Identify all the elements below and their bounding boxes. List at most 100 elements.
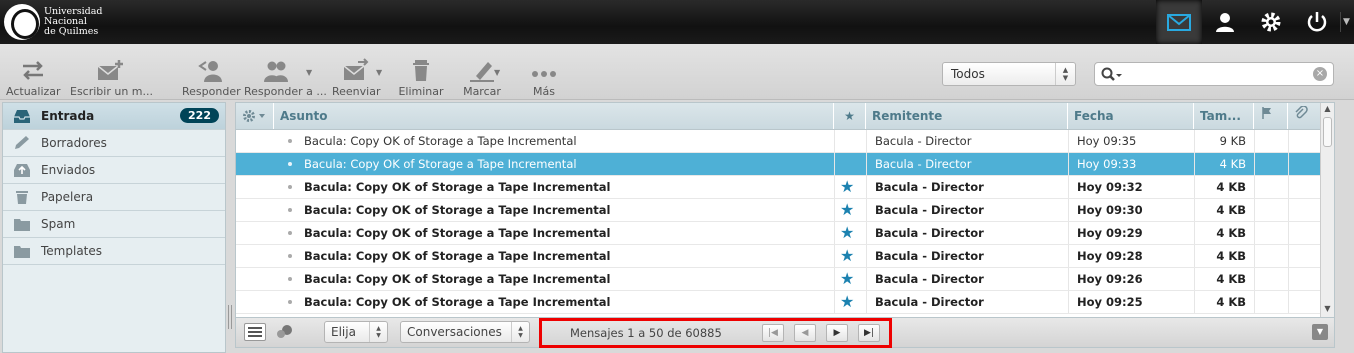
column-divider [834, 130, 835, 152]
mail-nav-button[interactable] [1156, 0, 1202, 44]
status-dot-icon[interactable] [288, 208, 292, 212]
flag-icon [1262, 107, 1271, 119]
folder-item-sent[interactable]: Enviados [3, 157, 225, 184]
flagged-star-icon[interactable]: ★ [840, 294, 854, 310]
message-size: 4 KB [1194, 176, 1254, 198]
message-size: 9 KB [1194, 130, 1254, 152]
column-divider [1254, 199, 1255, 221]
search-input[interactable] [1125, 66, 1305, 82]
message-list: Asunto ★ Remitente Fecha Tam... Bacula: … [235, 102, 1335, 318]
refresh-button[interactable]: Actualizar [6, 54, 61, 98]
mail-icon [1167, 14, 1191, 31]
forward-dropdown-icon[interactable]: ▼ [376, 68, 382, 77]
flagged-star-icon[interactable]: ★ [840, 271, 854, 287]
logout-nav-button[interactable] [1294, 0, 1340, 44]
scroll-thumb[interactable] [1323, 117, 1332, 147]
gear-icon [1261, 12, 1281, 32]
profile-nav-button[interactable] [1202, 0, 1248, 44]
first-page-button[interactable]: |◀ [762, 324, 784, 342]
flagged-star-icon[interactable]: ★ [840, 202, 854, 218]
column-subject[interactable]: Asunto [274, 103, 834, 129]
reply-all-button[interactable]: Responder a ... ▼ [244, 54, 327, 98]
clear-search-icon[interactable]: × [1313, 67, 1327, 81]
reply-all-dropdown-icon[interactable]: ▼ [306, 68, 312, 77]
search-icon[interactable] [1101, 67, 1123, 83]
status-dot-icon[interactable] [288, 254, 292, 258]
pane-splitter[interactable] [228, 305, 232, 329]
status-dot-icon[interactable] [288, 277, 292, 281]
reply-all-label: Responder a ... [244, 85, 327, 98]
reply-button[interactable]: Responder [182, 54, 241, 98]
message-date: Hoy 09:29 [1068, 222, 1194, 244]
folder-item-drafts[interactable]: Borradores [3, 130, 225, 157]
column-from[interactable]: Remitente [866, 103, 1068, 129]
table-row[interactable]: Bacula: Copy OK of Storage a Tape Increm… [236, 222, 1321, 245]
reply-icon [198, 61, 222, 82]
threads-dropdown-label: Conversaciones [407, 325, 502, 339]
threads-icon [277, 325, 292, 338]
scroll-down-icon[interactable]: ▼ [1321, 304, 1334, 316]
message-count-text: Mensajes 1 a 50 de 60885 [570, 326, 722, 340]
forward-icon [343, 58, 369, 80]
previous-page-button[interactable]: ◀ [794, 324, 816, 342]
column-divider [1254, 291, 1255, 313]
message-list-footer: Elija ▲ ▼ Conversaciones ▲ ▼ Mensajes 1 a … [235, 318, 1335, 348]
filter-select[interactable]: Todos ▲ ▼ [942, 62, 1076, 86]
settings-nav-button[interactable] [1248, 0, 1294, 44]
column-flag[interactable] [1254, 103, 1288, 129]
flagged-star-icon[interactable]: ★ [840, 248, 854, 264]
folder-item-templates[interactable]: Templates [3, 238, 225, 265]
reply-label: Responder [182, 85, 241, 98]
forward-label: Reenviar [332, 85, 381, 98]
table-row[interactable]: Bacula: Copy OK of Storage a Tape Increm… [236, 268, 1321, 291]
last-page-button[interactable]: ▶| [858, 324, 880, 342]
status-dot-icon[interactable] [288, 231, 292, 235]
column-flagged[interactable]: ★ [834, 103, 866, 129]
more-button[interactable]: Más [526, 54, 562, 98]
reply-all-icon [264, 61, 288, 82]
status-dot-icon[interactable] [288, 139, 292, 143]
status-dot-icon[interactable] [288, 162, 292, 166]
column-divider [1254, 245, 1255, 267]
message-date: Hoy 09:32 [1068, 176, 1194, 198]
mark-dropdown-icon[interactable]: ▼ [494, 68, 500, 77]
folder-item-inbox[interactable]: Entrada 222 [3, 103, 225, 130]
mark-button[interactable]: Marcar ▼ [460, 54, 504, 98]
column-size[interactable]: Tam... [1194, 103, 1254, 129]
folder-item-spam[interactable]: Spam [3, 211, 225, 238]
table-row[interactable]: Bacula: Copy OK of Storage a Tape Increm… [236, 199, 1321, 222]
delete-button[interactable]: Eliminar [398, 54, 444, 98]
table-row[interactable]: Bacula: Copy OK of Storage a Tape Increm… [236, 291, 1321, 314]
message-size: 4 KB [1194, 199, 1254, 221]
threads-dropdown[interactable]: Conversaciones ▲ ▼ [400, 321, 530, 343]
collapse-preview-icon[interactable]: ▼ [1312, 324, 1328, 340]
select-dropdown[interactable]: Elija ▲ ▼ [324, 321, 388, 343]
flagged-star-icon[interactable]: ★ [840, 225, 854, 241]
table-row[interactable]: Bacula: Copy OK of Storage a Tape Increm… [236, 153, 1321, 176]
flagged-star-icon[interactable]: ★ [840, 179, 854, 195]
vertical-scrollbar[interactable]: ▲ ▼ [1320, 103, 1334, 317]
column-divider [1288, 245, 1289, 267]
table-row[interactable]: Bacula: Copy OK of Storage a Tape Increm… [236, 130, 1321, 153]
search-box[interactable]: × [1094, 62, 1334, 86]
column-date[interactable]: Fecha [1068, 103, 1194, 129]
message-subject: Bacula: Copy OK of Storage a Tape Increm… [304, 203, 611, 217]
list-view-button[interactable] [244, 323, 266, 341]
top-menu-caret-icon[interactable]: ▼ [1340, 12, 1352, 32]
table-row[interactable]: Bacula: Copy OK of Storage a Tape Increm… [236, 245, 1321, 268]
next-page-button[interactable]: ▶ [826, 324, 848, 342]
compose-button[interactable]: Escribir un m... [70, 54, 153, 98]
threads-view-button[interactable] [276, 325, 294, 342]
folder-item-trash[interactable]: Papelera [3, 184, 225, 211]
power-icon [1307, 12, 1327, 32]
column-divider [834, 245, 835, 267]
scroll-up-icon[interactable]: ▲ [1321, 104, 1334, 116]
status-dot-icon[interactable] [288, 300, 292, 304]
table-row[interactable]: Bacula: Copy OK of Storage a Tape Increm… [236, 176, 1321, 199]
university-logo[interactable]: Universidad Nacional de Quilmes [4, 4, 102, 40]
message-from: Bacula - Director [866, 268, 1068, 290]
list-options-button[interactable] [236, 103, 274, 129]
forward-button[interactable]: Reenviar ▼ [332, 54, 382, 98]
column-attachment[interactable] [1288, 103, 1322, 129]
status-dot-icon[interactable] [288, 185, 292, 189]
